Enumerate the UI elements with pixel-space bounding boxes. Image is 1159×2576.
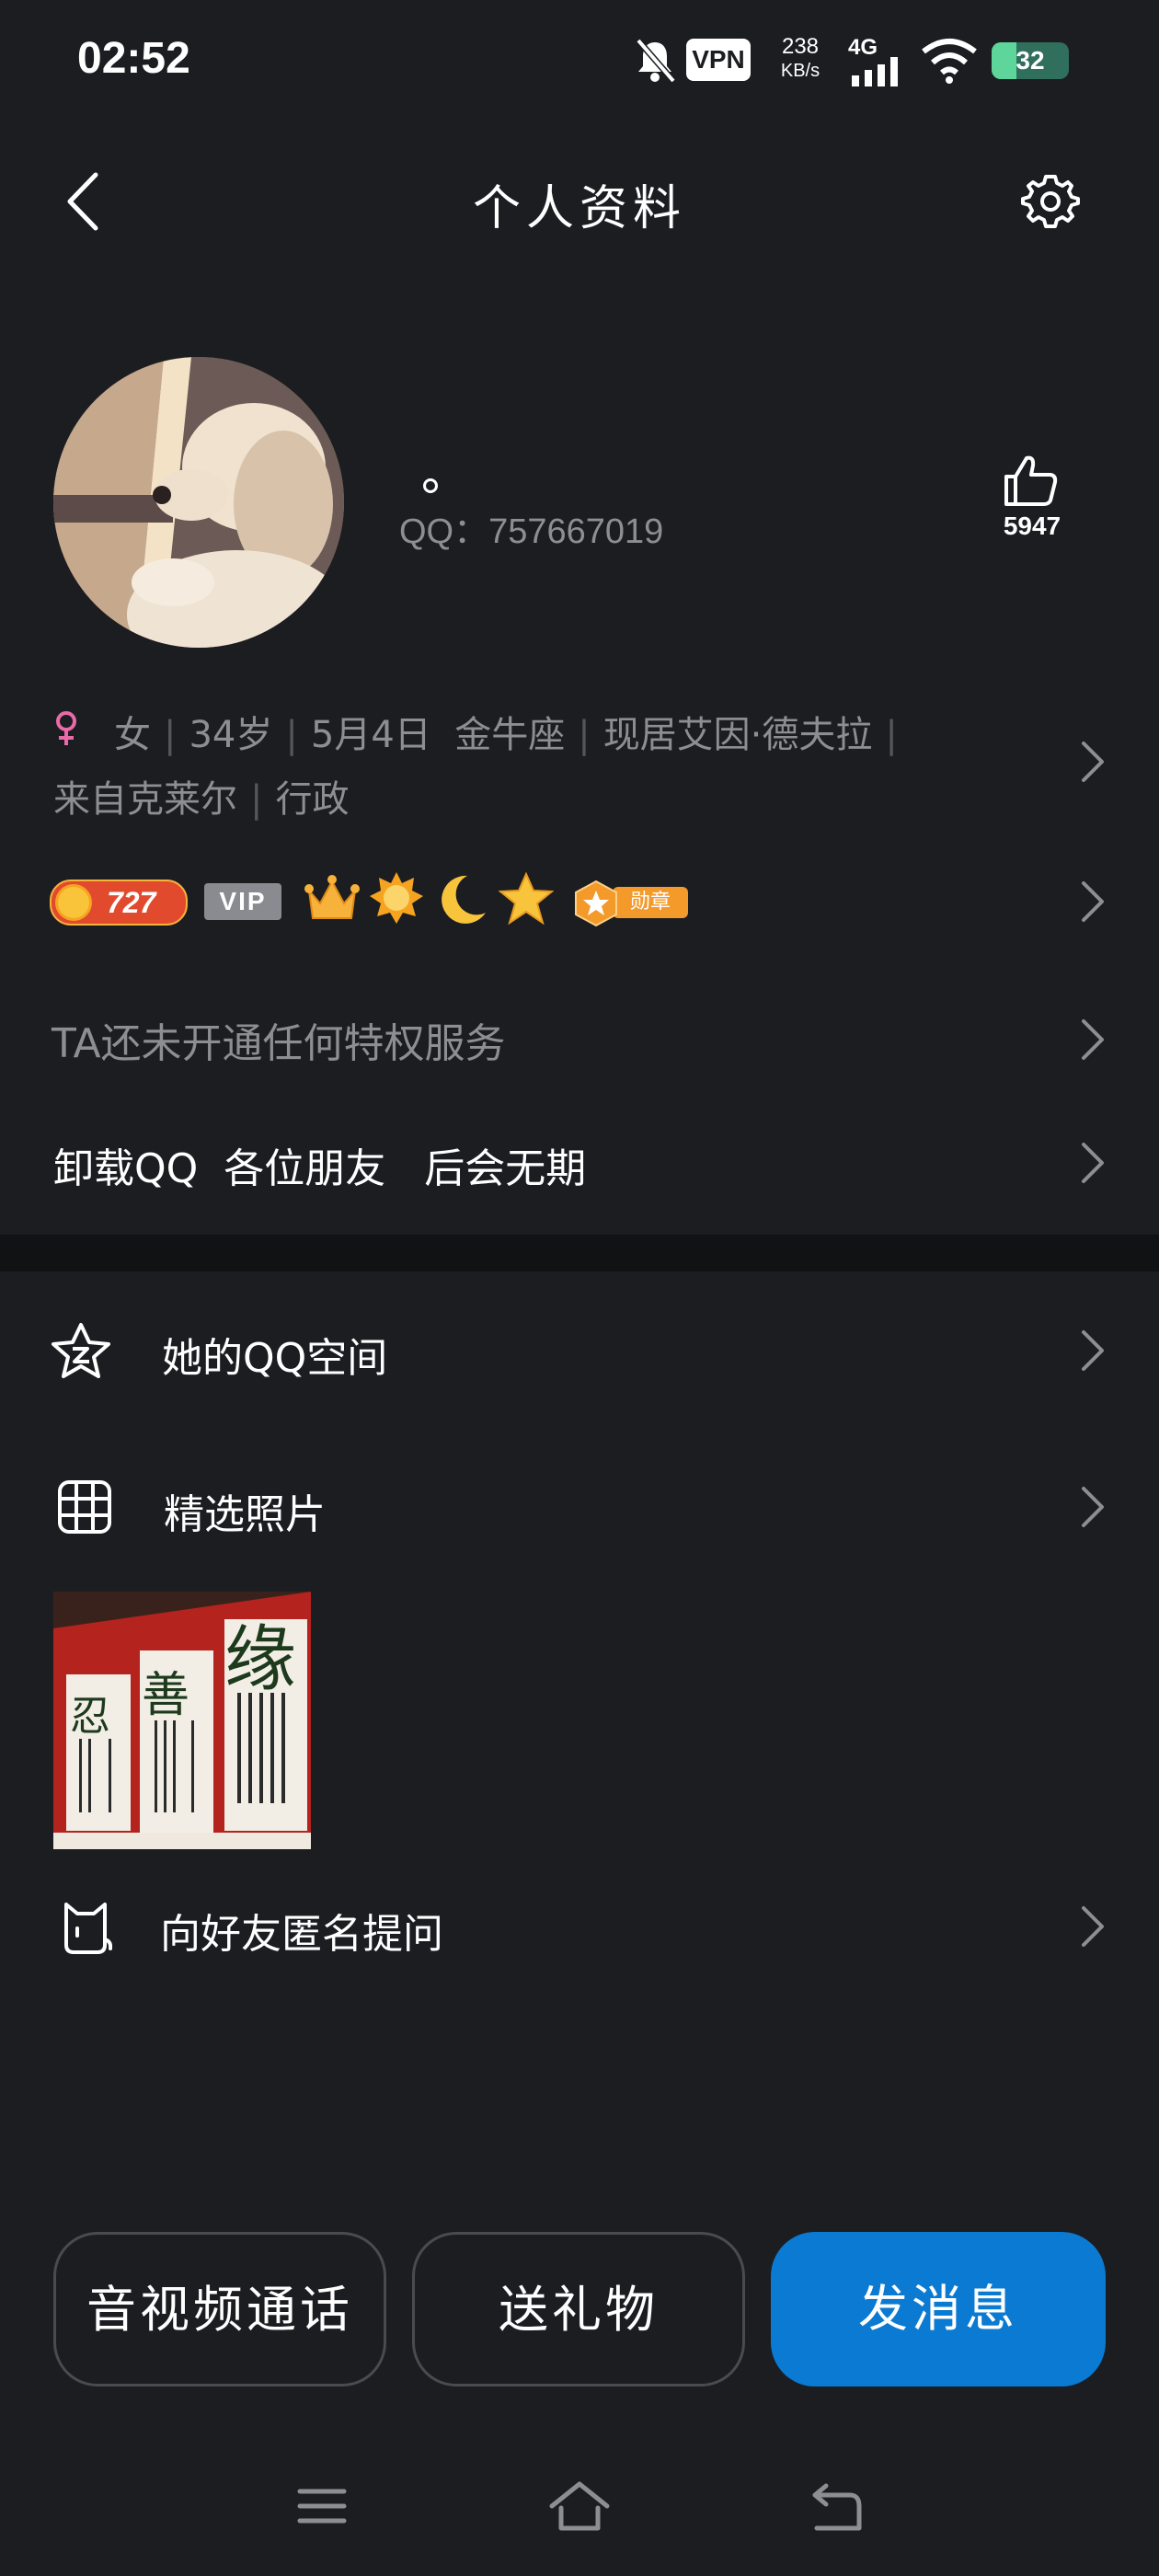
chevron-right-icon[interactable] [1080, 880, 1106, 924]
separator: | [578, 714, 591, 756]
privilege-text[interactable]: TA还未开通任何特权服务 [52, 1010, 506, 1069]
residence-text: 现居艾因·德夫拉 [602, 714, 873, 756]
wifi-icon [922, 39, 977, 84]
moon-icon [442, 875, 486, 924]
gender-text: 女 [114, 714, 151, 756]
featured-photo[interactable]: 缘 善 忍 [53, 1592, 311, 1849]
page-title: 个人资料 [472, 181, 686, 236]
send-gift-button[interactable]: 送礼物 [412, 2232, 745, 2386]
battery-level: 32 [1016, 46, 1045, 75]
chevron-right-icon[interactable] [1080, 1328, 1106, 1373]
battery-indicator: 32 [992, 42, 1069, 79]
medal-badge[interactable]: 勋章 [572, 880, 688, 927]
separator: | [285, 714, 298, 756]
calligraphy-photo-image: 缘 善 忍 [53, 1592, 311, 1849]
qzone-star-icon [52, 1323, 110, 1378]
separator: | [164, 714, 177, 756]
video-call-button[interactable]: 音视频通话 [53, 2232, 386, 2386]
menu-icon[interactable] [296, 2486, 348, 2526]
photos-label[interactable]: 精选照片 [164, 1481, 326, 1540]
anonymous-cat-icon [64, 1903, 112, 1954]
separator: | [250, 778, 263, 821]
section-divider [0, 1235, 1159, 1271]
sun-icon [55, 884, 92, 921]
status-time: 02:52 [77, 34, 190, 83]
level-coin-badge[interactable]: 727 [50, 880, 188, 926]
birthday-text: 5月4日 金牛座 [310, 714, 566, 756]
chevron-right-icon[interactable] [1080, 1904, 1106, 1949]
medal-star-icon [575, 880, 617, 927]
qq-number: QQ：757667019 [399, 512, 664, 551]
mute-bell-icon [636, 38, 676, 84]
nickname [423, 478, 438, 493]
back-nav-icon[interactable] [809, 2482, 865, 2532]
photo-text-yuan: 缘 [224, 1618, 296, 1701]
vpn-indicator: VPN [686, 39, 751, 81]
send-message-button[interactable]: 发消息 [771, 2232, 1106, 2386]
star-icon [499, 872, 554, 926]
like-count: 5947 [1003, 512, 1061, 540]
speed-value: 238 [781, 34, 820, 59]
signal-icon [852, 57, 898, 86]
speed-unit: KB/s [780, 61, 820, 81]
avatar[interactable] [53, 357, 344, 648]
avatar-dog-image [53, 357, 344, 648]
chevron-right-icon[interactable] [1080, 740, 1106, 784]
photo-text-shan: 善 [142, 1668, 189, 1723]
female-gender-icon [56, 711, 76, 745]
crown-icon [304, 875, 360, 919]
qzone-label[interactable]: 她的QQ空间 [162, 1325, 387, 1384]
vip-badge[interactable]: VIP [204, 883, 281, 920]
chevron-right-icon[interactable] [1080, 1141, 1106, 1185]
level-number: 727 [107, 886, 156, 919]
photo-text-ren: 忍 [70, 1693, 110, 1740]
profile-info-line-1: 女 | 34岁 | 5月4日 金牛座 | 现居艾因·德夫拉 | [114, 705, 911, 758]
home-icon[interactable] [548, 2480, 611, 2532]
chevron-right-icon[interactable] [1080, 1018, 1106, 1062]
age-text: 34岁 [189, 714, 273, 756]
sun-level-icon [370, 872, 423, 924]
photo-grid-icon [58, 1480, 111, 1534]
thumbs-up-icon[interactable] [1003, 453, 1060, 508]
signature-text[interactable]: 卸载QQ 各位朋友 后会无期 [53, 1135, 586, 1194]
medal-label: 勋章 [613, 887, 688, 918]
chevron-right-icon[interactable] [1080, 1485, 1106, 1529]
hometown-text: 来自克莱尔 [53, 778, 237, 821]
anonymous-question-label[interactable]: 向好友匿名提问 [160, 1901, 443, 1960]
occupation-text: 行政 [275, 778, 350, 821]
profile-info-line-2: 来自克莱尔 | 行政 [53, 769, 349, 822]
settings-gear-icon[interactable] [1021, 171, 1080, 230]
separator: | [885, 714, 898, 756]
network-speed: 238 KB/s [773, 35, 828, 83]
